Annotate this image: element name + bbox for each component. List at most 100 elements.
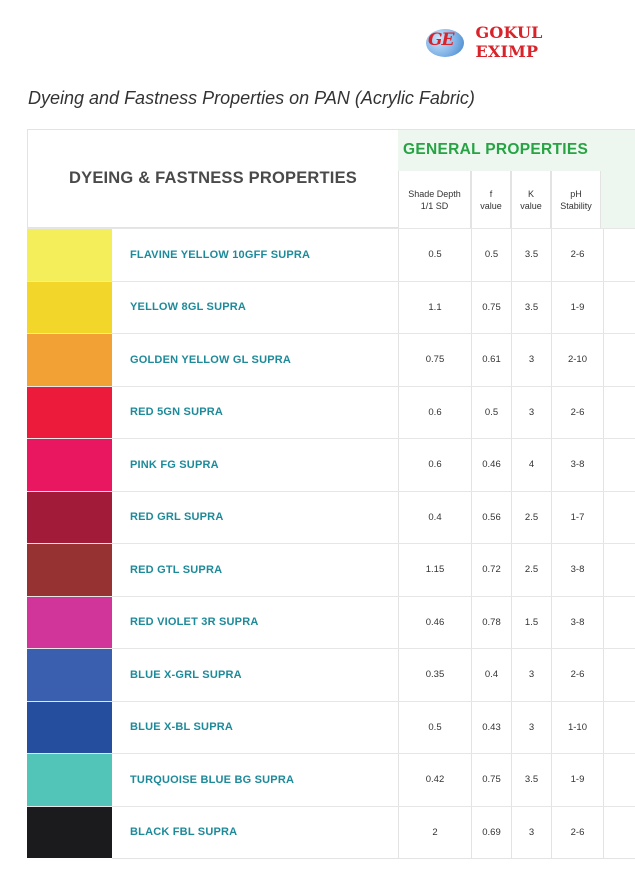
- table-bottom-border: [112, 858, 635, 859]
- shade-depth-value: 0.6: [398, 439, 471, 491]
- extra-cell: [603, 806, 635, 858]
- shade-depth-value: 1.15: [398, 544, 471, 596]
- shade-depth-value: 0.5: [398, 701, 471, 753]
- dye-name: PINK FG SUPRA: [130, 458, 219, 471]
- k-value: 3: [511, 386, 551, 438]
- extra-cell: [603, 754, 635, 806]
- k-value: 2.5: [511, 491, 551, 543]
- ph-stability-value: 1-9: [551, 281, 603, 333]
- dye-name: TURQUOISE BLUE BG SUPRA: [130, 773, 295, 786]
- color-swatch: [27, 596, 112, 648]
- dye-name: BLUE X-BL SUPRA: [130, 721, 234, 734]
- table-row: RED VIOLET 3R SUPRA 0.46 0.78 1.5 3-8: [27, 595, 635, 648]
- color-swatch: [27, 334, 112, 386]
- shade-depth-value: 0.42: [398, 754, 471, 806]
- ph-stability-value: 3-8: [551, 439, 603, 491]
- column-header-k-value: K value: [511, 171, 551, 229]
- extra-cell: [603, 229, 635, 281]
- ph-stability-value: 1-10: [551, 701, 603, 753]
- column-header-line: pH: [570, 189, 582, 199]
- color-swatch: [27, 281, 112, 333]
- shade-depth-value: 0.4: [398, 491, 471, 543]
- left-header: DYEING & FASTNESS PROPERTIES: [69, 169, 357, 187]
- f-value: 0.72: [471, 544, 511, 596]
- color-swatch: [27, 754, 112, 806]
- extra-cell: [603, 334, 635, 386]
- logo-icon: GE: [424, 26, 469, 58]
- k-value: 2.5: [511, 544, 551, 596]
- table-row: GOLDEN YELLOW GL SUPRA 0.75 0.61 3 2-10: [27, 333, 635, 386]
- brand-name: GOKUL EXIMP: [475, 23, 543, 61]
- column-header-f-value: f value: [471, 171, 511, 229]
- k-value: 1.5: [511, 596, 551, 648]
- column-header-line: K: [527, 189, 534, 199]
- shade-depth-value: 0.5: [398, 229, 471, 281]
- shade-depth-value: 0.46: [398, 596, 471, 648]
- general-properties-header: GENERAL PROPERTIES Shade Depth 1/1 SD f …: [398, 129, 635, 229]
- dye-name: BLUE X-GRL SUPRA: [130, 668, 242, 681]
- left-header-cell: DYEING & FASTNESS PROPERTIES: [27, 129, 398, 228]
- column-header-line: value: [480, 201, 502, 211]
- ph-stability-value: 1-7: [551, 491, 603, 543]
- dye-name: FLAVINE YELLOW 10GFF SUPRA: [130, 248, 311, 261]
- dye-name: GOLDEN YELLOW GL SUPRA: [130, 353, 292, 366]
- column-header-shade-depth: Shade Depth 1/1 SD: [398, 171, 471, 229]
- table-row: BLACK FBL SUPRA 2 0.69 3 2-6: [27, 805, 635, 858]
- column-header-line: Stability: [560, 201, 592, 211]
- color-swatch: [27, 806, 112, 858]
- table-row: YELLOW 8GL SUPRA 1.1 0.75 3.5 1-9: [27, 280, 635, 333]
- extra-cell: [603, 281, 635, 333]
- ph-stability-value: 2-6: [551, 229, 603, 281]
- extra-cell: [603, 701, 635, 753]
- ph-stability-value: 2-6: [551, 649, 603, 701]
- color-swatch: [27, 491, 112, 543]
- ph-stability-value: 2-6: [551, 806, 603, 858]
- extra-cell: [603, 649, 635, 701]
- f-value: 0.4: [471, 649, 511, 701]
- f-value: 0.43: [471, 701, 511, 753]
- dye-name: RED GTL SUPRA: [130, 563, 223, 576]
- f-value: 0.56: [471, 491, 511, 543]
- k-value: 3: [511, 701, 551, 753]
- f-value: 0.5: [471, 229, 511, 281]
- column-header-line: value: [520, 201, 542, 211]
- color-swatch: [27, 701, 112, 753]
- ph-stability-value: 3-8: [551, 596, 603, 648]
- k-value: 3.5: [511, 281, 551, 333]
- f-value: 0.75: [471, 754, 511, 806]
- k-value: 3.5: [511, 229, 551, 281]
- k-value: 3: [511, 334, 551, 386]
- page-title: Dyeing and Fastness Properties on PAN (A…: [28, 88, 475, 108]
- shade-depth-value: 0.6: [398, 386, 471, 438]
- f-value: 0.61: [471, 334, 511, 386]
- logo-mark-text: GE: [428, 30, 455, 50]
- column-header-ph-stability: pH Stability: [551, 171, 601, 229]
- table-body: FLAVINE YELLOW 10GFF SUPRA 0.5 0.5 3.5 2-6 YE…: [27, 228, 635, 858]
- extra-cell: [603, 596, 635, 648]
- f-value: 0.5: [471, 386, 511, 438]
- f-value: 0.69: [471, 806, 511, 858]
- extra-cell: [603, 491, 635, 543]
- ph-stability-value: 1-9: [551, 754, 603, 806]
- extra-cell: [603, 439, 635, 491]
- column-header-line: f: [489, 189, 493, 199]
- color-swatch: [27, 229, 112, 281]
- table-row: BLUE X-GRL SUPRA 0.35 0.4 3 2-6: [27, 648, 635, 701]
- extra-cell: [603, 386, 635, 438]
- ph-stability-value: 2-10: [551, 334, 603, 386]
- column-header-line: 1/1 SD: [420, 201, 449, 211]
- brand-logo: GE GOKUL EXIMP: [424, 23, 604, 61]
- general-properties-title: GENERAL PROPERTIES: [403, 141, 589, 158]
- table-row: BLUE X-BL SUPRA 0.5 0.43 3 1-10: [27, 700, 635, 753]
- header-extra-cell: [601, 171, 635, 229]
- color-swatch: [27, 544, 112, 596]
- shade-depth-value: 1.1: [398, 281, 471, 333]
- f-value: 0.46: [471, 439, 511, 491]
- extra-cell: [603, 544, 635, 596]
- dye-name: BLACK FBL SUPRA: [130, 826, 238, 839]
- dye-name: RED 5GN SUPRA: [130, 406, 224, 419]
- shade-depth-value: 0.75: [398, 334, 471, 386]
- table-row: RED GRL SUPRA 0.4 0.56 2.5 1-7: [27, 490, 635, 543]
- ph-stability-value: 3-8: [551, 544, 603, 596]
- dye-name: RED VIOLET 3R SUPRA: [130, 616, 259, 629]
